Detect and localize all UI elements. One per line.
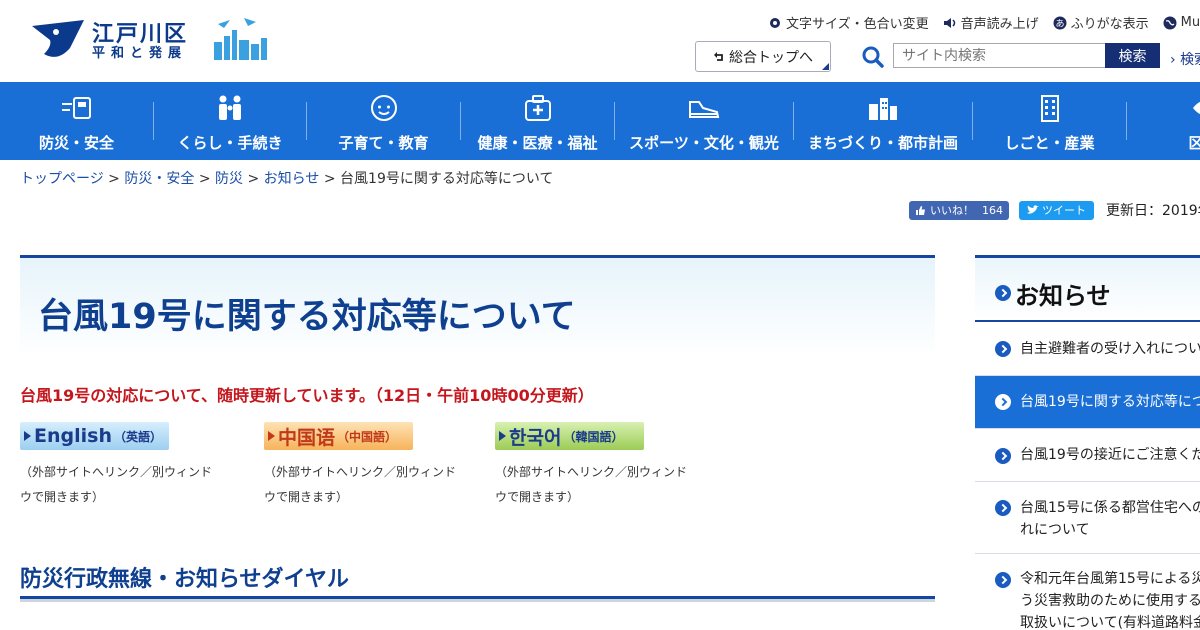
arrow-right-icon: [995, 341, 1011, 357]
sidebar-notices: お知らせ 自主避難者の受け入れについ 台風19号に関する対応等につ 台風19号の…: [975, 255, 1200, 630]
arrow-right-icon: [995, 394, 1011, 410]
site-logo[interactable]: 江戸川区 平和と発展: [30, 14, 270, 64]
arrow-right-icon: [995, 572, 1011, 588]
arrow-right-icon: [995, 448, 1011, 464]
english-link-button[interactable]: English （英語）: [20, 422, 169, 450]
nav-item-disaster[interactable]: 防災・安全: [0, 82, 153, 160]
globe-icon: [1163, 16, 1177, 29]
logo-bird-icon: [32, 20, 84, 57]
chinese-link-button[interactable]: 中国语 （中国語）: [264, 422, 413, 450]
language-chinese: 中国语 （中国語） （外部サイトへリンク／別ウィンドウで開きます）: [264, 422, 464, 510]
breadcrumb-disaster-safety[interactable]: 防災・安全: [124, 171, 194, 187]
play-triangle-icon: [268, 431, 275, 441]
sidebar-item-active[interactable]: 台風19号に関する対応等につ: [975, 376, 1200, 429]
speaker-icon: [943, 17, 955, 28]
search-button[interactable]: 検索: [1105, 43, 1160, 68]
nav-item-ward[interactable]: 区政: [1127, 82, 1200, 160]
region-icon: [1192, 101, 1200, 115]
search-more-link[interactable]: › 検索: [1170, 49, 1200, 69]
breadcrumb-current: 台風19号に関する対応等について: [340, 171, 554, 187]
sidebar-item[interactable]: 令和元年台風第15号による災 う災害救助のために使用する 取扱いについて(有料道…: [975, 554, 1200, 630]
page-title: 台風19号に関する対応等について: [38, 297, 576, 337]
general-top-button[interactable]: 総合トップへ: [695, 41, 831, 72]
site-header: 江戸川区 平和と発展 文字サイズ・色合い変更 音声読み上げ あ ふりがな表示 M…: [0, 0, 1200, 82]
arrow-right-icon: [995, 500, 1011, 516]
city-icon: [869, 98, 897, 120]
nav-item-sports[interactable]: スポーツ・文化・観光: [615, 82, 793, 160]
arrow-right-icon: [995, 285, 1011, 301]
furigana-icon: あ: [1053, 16, 1067, 29]
social-bar: いいね！ 164 ツイート 更新日：2019年: [909, 200, 1200, 220]
breadcrumb-notice[interactable]: お知らせ: [264, 171, 320, 187]
family-icon: [219, 95, 241, 120]
korean-link-button[interactable]: 한국어 （韓国語）: [495, 422, 644, 450]
language-korean: 한국어 （韓国語） （外部サイトへリンク／別ウィンドウで開きます）: [495, 422, 695, 510]
utility-links: 文字サイズ・色合い変更 音声読み上げ あ ふりがな表示 Mu: [768, 13, 1200, 32]
like-count: 164: [982, 203, 1003, 217]
facebook-like-button[interactable]: いいね！ 164: [909, 200, 1009, 220]
speech-link[interactable]: 音声読み上げ: [943, 13, 1039, 32]
thumbs-up-icon: [916, 205, 925, 215]
update-notice: 台風19号の対応について、随時更新しています。（12日・午前10時00分更新）: [20, 386, 594, 405]
nav-item-urban[interactable]: まちづくり・都市計画: [794, 82, 972, 160]
sidebar-item[interactable]: 台風15号に係る都営住宅への れについて: [975, 482, 1200, 554]
medical-bag-icon: [524, 95, 551, 121]
return-icon: [714, 51, 723, 61]
language-link[interactable]: Mu: [1163, 13, 1200, 32]
logo-sub: 平和と発展: [92, 46, 188, 61]
sidebar-item[interactable]: 自主避難者の受け入れについ: [975, 322, 1200, 376]
disaster-icon: [61, 97, 91, 119]
search-icon[interactable]: [862, 46, 884, 68]
gear-icon: [770, 17, 780, 28]
nav-item-health[interactable]: 健康・医療・福祉: [461, 82, 614, 160]
breadcrumb-top[interactable]: トップページ: [20, 171, 104, 187]
nav-item-childcare[interactable]: 子育て・教育: [307, 82, 460, 160]
updated-date: 更新日：2019年: [1106, 203, 1200, 219]
baby-icon: [370, 95, 397, 121]
twitter-bird-icon: [1027, 205, 1039, 214]
tweet-button[interactable]: ツイート: [1019, 200, 1094, 220]
sidebar-item[interactable]: 台風19号の接近にご注意くだ: [975, 429, 1200, 482]
breadcrumb: トップページ > 防災・安全 > 防災 > お知らせ > 台風19号に関する対応…: [20, 171, 554, 187]
breadcrumb-disaster[interactable]: 防災: [215, 171, 243, 187]
svg-text:あ: あ: [1055, 18, 1064, 29]
play-triangle-icon: [499, 431, 506, 441]
external-link-note: （外部サイトへリンク／別ウィンドウで開きます）: [20, 465, 213, 504]
page-title-box: 台風19号に関する対応等について: [20, 255, 935, 357]
external-link-note: （外部サイトへリンク／別ウィンドウで開きます）: [264, 465, 457, 504]
play-triangle-icon: [24, 431, 31, 441]
search-input[interactable]: [893, 43, 1106, 68]
shoe-icon: [689, 101, 720, 118]
furigana-link[interactable]: あ ふりがな表示: [1053, 13, 1149, 32]
nav-item-living[interactable]: くらし・手続き: [154, 82, 306, 160]
section-title: 防災行政無線・お知らせダイヤル: [20, 559, 935, 602]
global-nav: 防災・安全 くらし・手続き 子育て・教育 健康・医療・福祉 スポーツ・文化・観光…: [0, 82, 1200, 160]
city-skyline-icon: [214, 18, 267, 60]
nav-item-work[interactable]: しごと・産業: [973, 82, 1126, 160]
language-english: English （英語） （外部サイトへリンク／別ウィンドウで開きます）: [20, 422, 220, 510]
external-link-note: （外部サイトへリンク／別ウィンドウで開きます）: [495, 465, 688, 504]
building-icon: [1040, 95, 1059, 122]
text-size-link[interactable]: 文字サイズ・色合い変更: [768, 13, 929, 32]
sidebar-heading: お知らせ: [975, 255, 1200, 322]
